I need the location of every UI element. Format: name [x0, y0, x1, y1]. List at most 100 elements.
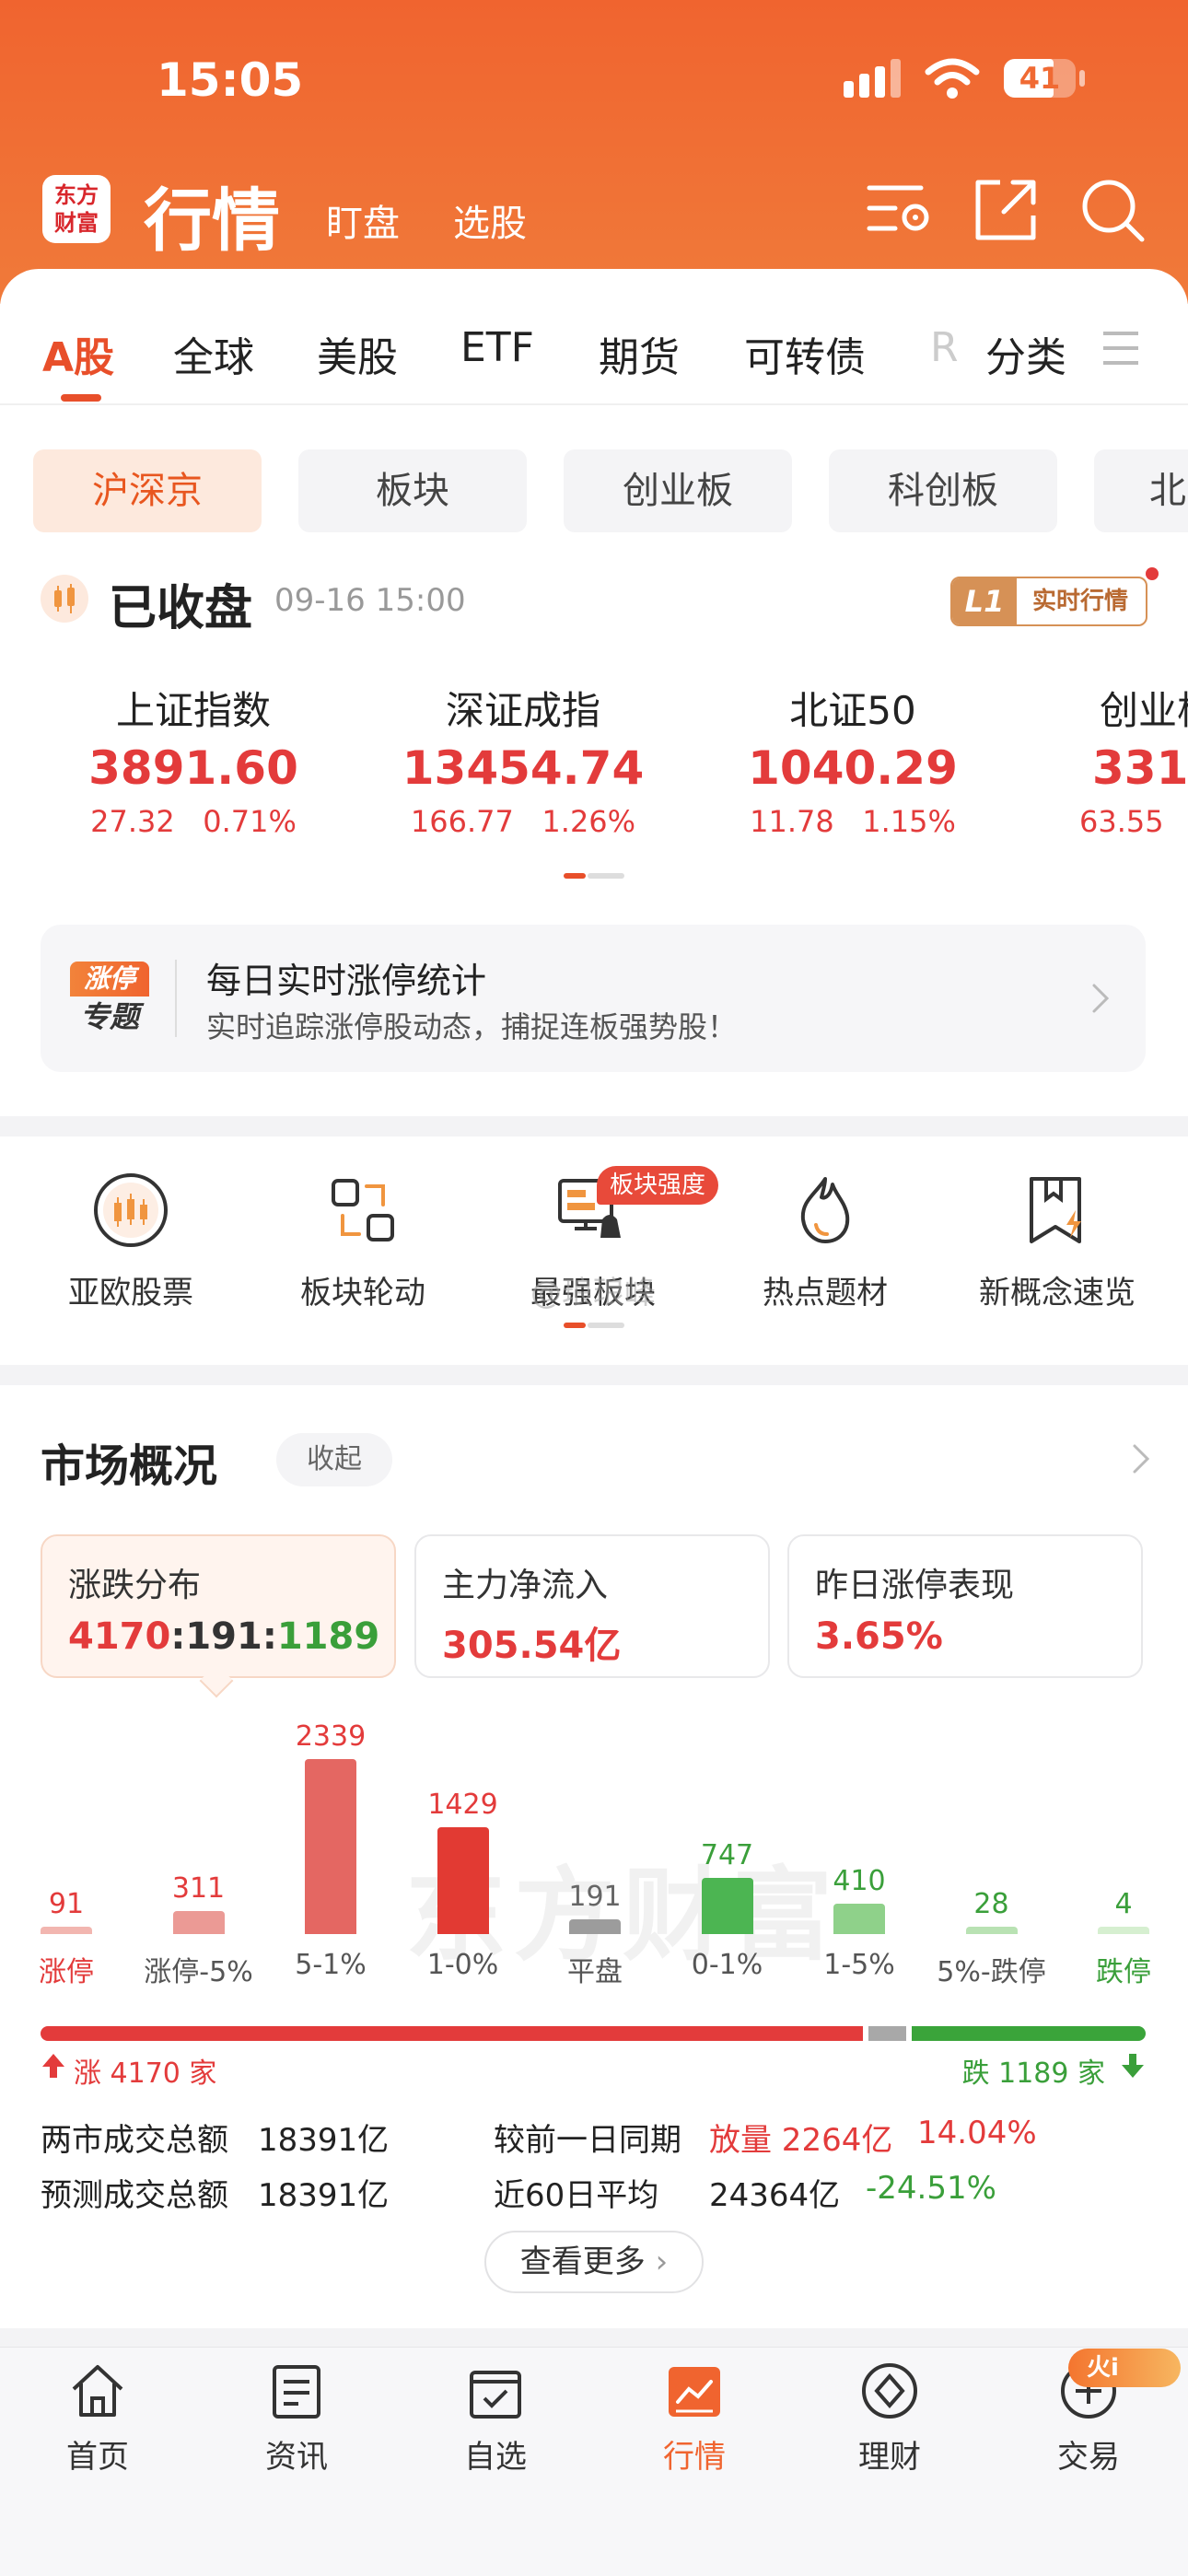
card-yesterday-limit[interactable]: 昨日涨停表现 3.65% — [787, 1534, 1143, 1678]
chart-bar-value: 1429 — [427, 1789, 498, 1821]
tab-us[interactable]: 美股 — [317, 324, 398, 383]
tab-home[interactable]: 首页 — [42, 2431, 153, 2477]
tab-r[interactable]: R — [930, 324, 959, 371]
page-dot — [588, 1323, 624, 1328]
menu-icon[interactable] — [1101, 330, 1140, 367]
card-title: 涨跌分布 — [68, 1567, 202, 1604]
card-title: 主力净流入 — [442, 1567, 609, 1604]
avg60-pct: -24.51% — [866, 2170, 996, 2207]
card-value: 305.54亿 — [442, 1625, 622, 1667]
total-turnover-label: 两市成交总额 — [41, 2122, 228, 2159]
tab-global[interactable]: 全球 — [173, 324, 254, 383]
chip-hushenjing[interactable]: 沪深京 — [33, 449, 262, 532]
chart-category-label: 1-0% — [426, 1949, 499, 1981]
tab-etf[interactable]: ETF — [460, 324, 534, 371]
chart-category-label: 平盘 — [567, 1956, 623, 1988]
index-card-chinext[interactable]: 创业板 3311 63.55 — [1044, 680, 1188, 855]
qa-label-sector-rotation: 板块轮动 — [300, 1275, 425, 1311]
chart-bar — [172, 1911, 225, 1934]
tab-wealth[interactable]: 理财 — [834, 2431, 945, 2477]
news-icon[interactable] — [267, 2361, 326, 2420]
card-main-inflow[interactable]: 主力净流入 305.54亿 — [414, 1534, 770, 1678]
page-dot-active — [564, 1323, 586, 1328]
share-icon[interactable] — [971, 175, 1041, 245]
tab-convertible[interactable]: 可转债 — [744, 324, 866, 383]
index-value: 3891.60 — [88, 741, 298, 795]
session-time: 09-16 15:00 — [274, 582, 466, 619]
search-icon[interactable] — [1077, 175, 1147, 245]
tab-futures[interactable]: 期货 — [599, 324, 680, 383]
tab-news[interactable]: 资讯 — [241, 2431, 352, 2477]
chart-category-label: 5%-跌停 — [937, 1956, 1046, 1988]
watermark: @琅琅峰 — [530, 1275, 656, 1311]
index-change: 27.32 0.71% — [90, 804, 297, 839]
index-card-shenzhen[interactable]: 深证成指 13454.74 166.77 1.26% — [385, 680, 661, 839]
chip-star[interactable]: 科创板 — [829, 449, 1057, 532]
page-dot-active — [564, 873, 586, 879]
index-name: 深证成指 — [445, 688, 600, 733]
watchlist-icon[interactable] — [466, 2361, 525, 2420]
chip-chinext[interactable]: 创业板 — [564, 449, 792, 532]
wifi-icon — [925, 58, 980, 99]
tab-a-shares[interactable]: A股 — [42, 324, 114, 383]
tab-indicator — [61, 394, 101, 402]
chart-bar — [305, 1759, 356, 1934]
view-more-button[interactable]: 查看更多 › — [484, 2231, 704, 2293]
chart-bar-value: 91 — [48, 1888, 85, 1920]
bookmark-bolt-icon[interactable] — [1020, 1173, 1094, 1247]
topic-badge: 涨停 专题 — [70, 962, 149, 1037]
nav-xuangu[interactable]: 选股 — [453, 193, 527, 247]
app-logo: 东方 财富 — [42, 175, 111, 243]
l1-label: L1 — [952, 578, 1017, 624]
tab-watchlist[interactable]: 自选 — [440, 2431, 551, 2477]
index-card-shanghai[interactable]: 上证指数 3891.60 27.32 0.71% — [55, 680, 332, 839]
status-time: 15:05 — [157, 53, 304, 107]
card-value: 4170:191:1189 — [68, 1615, 380, 1658]
flame-icon[interactable] — [788, 1173, 862, 1247]
chart-bar — [833, 1904, 885, 1934]
arrow-up-icon — [42, 2054, 64, 2078]
battery-tip — [1079, 70, 1085, 87]
rotate-icon[interactable] — [326, 1173, 400, 1247]
chart-bar-value: 4 — [1114, 1888, 1133, 1920]
tab-trade[interactable]: 交易 — [1033, 2431, 1144, 2477]
chip-bei[interactable]: 北 — [1094, 449, 1188, 532]
chevron-right-icon[interactable] — [1131, 1442, 1151, 1475]
compare-label: 较前一日同期 — [494, 2122, 681, 2159]
chevron-right-icon: › — [655, 2244, 669, 2280]
card-distribution[interactable]: 涨跌分布 4170:191:1189 — [41, 1534, 396, 1678]
index-card-bz50[interactable]: 北证50 1040.29 11.78 1.15% — [715, 680, 991, 839]
index-name: 创业板 — [1100, 688, 1188, 733]
compare-value: 放量 2264亿 — [709, 2122, 893, 2159]
arrow-down-icon — [1122, 2054, 1144, 2078]
wealth-icon[interactable] — [860, 2361, 919, 2420]
candlestick-icon[interactable] — [94, 1173, 168, 1247]
chart-bar — [701, 1878, 753, 1934]
battery-icon: 41 — [1004, 59, 1076, 98]
chart-category-label: 跌停 — [1096, 1956, 1151, 1988]
compare-pct: 14.04% — [917, 2115, 1037, 2151]
chart-bar — [965, 1927, 1018, 1934]
session-candle-icon — [41, 575, 88, 623]
up-count-label: 涨 4170 家 — [74, 2057, 217, 2090]
chart-category-label: 1-5% — [823, 1949, 895, 1981]
section-gap — [0, 1116, 1188, 1136]
home-icon[interactable] — [68, 2361, 127, 2420]
logo-text-1: 东方 — [54, 182, 99, 208]
realtime-badge[interactable]: L1 实时行情 — [950, 577, 1147, 626]
collapse-button[interactable]: 收起 — [276, 1433, 392, 1486]
section-gap — [0, 1365, 1188, 1385]
chart-category-label: 涨停-5% — [144, 1956, 253, 1988]
settings-list-icon[interactable] — [866, 175, 936, 245]
tab-market[interactable]: 行情 — [639, 2431, 750, 2477]
bottom-tabbar — [0, 2347, 1188, 2576]
limit-up-banner[interactable]: 涨停 专题 每日实时涨停统计 实时追踪涨停股动态，捕捉连板强势股！ — [41, 925, 1146, 1072]
qa-label-new-concepts: 新概念速览 — [979, 1275, 1136, 1311]
chip-sector[interactable]: 板块 — [298, 449, 527, 532]
tab-category[interactable]: 分类 — [985, 324, 1066, 383]
market-icon[interactable] — [665, 2361, 724, 2420]
avg60-value: 24364亿 — [709, 2177, 841, 2214]
nav-dingpan[interactable]: 盯盘 — [326, 193, 400, 247]
view-more-label: 查看更多 — [519, 2244, 646, 2280]
chart-bar-value: 311 — [171, 1872, 226, 1905]
